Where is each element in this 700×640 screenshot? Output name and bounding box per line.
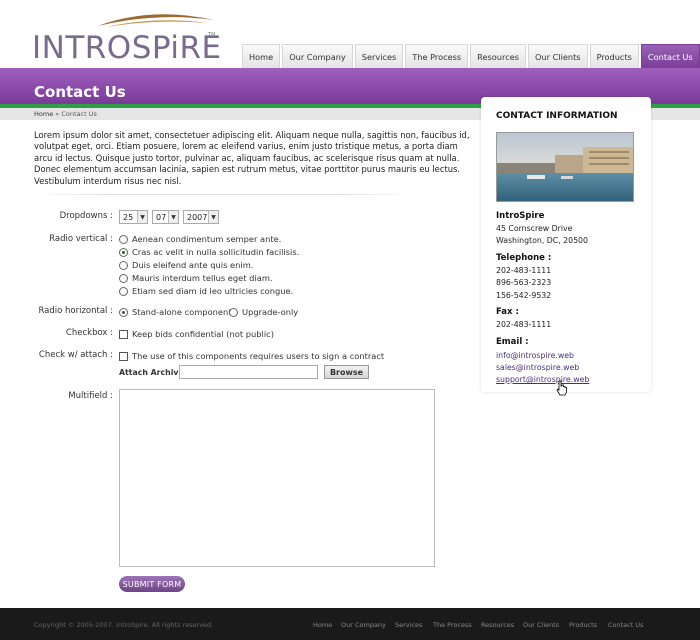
multifield-textarea[interactable] <box>119 389 435 567</box>
radio-option-label: Etiam sed diam id leo ultricies congue. <box>132 286 294 296</box>
radio-option[interactable]: Duis eleifend ante quis enim. <box>119 260 253 270</box>
radio-option-label: Duis eleifend ante quis enim. <box>132 260 254 270</box>
nav-services[interactable]: Services <box>354 44 404 68</box>
nav-our-company[interactable]: Our Company <box>282 44 353 68</box>
radio-button[interactable] <box>119 273 128 283</box>
email-link-sales[interactable]: sales@introspire.web <box>496 363 579 372</box>
address-line-2: Washington, DC, 20500 <box>496 236 588 245</box>
radio-option[interactable]: Upgrade-only <box>229 307 298 317</box>
confidential-checkbox[interactable] <box>119 329 128 339</box>
main-nav: Home Our Company Services The Process Re… <box>242 44 700 68</box>
radio-option[interactable]: Etiam sed diam id leo ultricies congue. <box>119 286 293 296</box>
radio-option[interactable]: Cras ac velit in nulla sollicitudin faci… <box>119 247 299 257</box>
radio-option[interactable]: Aenean condimentum semper ante. <box>119 234 281 244</box>
multifield-label: Multifield : <box>68 391 113 401</box>
radio-option-label: Stand-alone component <box>132 307 232 317</box>
radio-vertical-label: Radio vertical : <box>49 234 113 244</box>
browse-button[interactable]: Browse <box>324 365 369 379</box>
checkbox-label: Checkbox : <box>65 328 113 338</box>
submit-form-button[interactable]: SUBMIT FORM <box>119 576 185 592</box>
logo-trademark: TM <box>208 32 216 38</box>
email-link-support[interactable]: support@introspire.web <box>496 375 589 384</box>
month-select-value: 07 <box>156 212 167 222</box>
email-link-info[interactable]: info@introspire.web <box>496 351 574 360</box>
attach-archive-input[interactable] <box>179 365 318 379</box>
contract-checkbox-text: The use of this components requires user… <box>132 351 385 361</box>
day-select-value: 25 <box>123 212 134 222</box>
address-line-1: 45 Cornscrew Drive <box>496 224 573 233</box>
dropdowns-label: Dropdowns : <box>59 211 113 221</box>
hand-cursor-icon <box>556 380 567 396</box>
intro-paragraph: Lorem ipsum dolor sit amet, consectetuer… <box>34 130 470 186</box>
radio-button[interactable] <box>229 307 238 317</box>
footer-link-contact-us[interactable]: Contact Us <box>608 621 644 629</box>
logo-swoosh-icon <box>98 14 214 27</box>
day-select[interactable]: 25 ▼ <box>119 210 148 224</box>
divider <box>34 194 414 195</box>
radio-button-selected[interactable] <box>119 247 128 257</box>
nav-contact-us[interactable]: Contact Us <box>640 44 700 68</box>
check-attach-label: Check w/ attach : <box>38 350 113 360</box>
year-select-value: 2007 <box>187 212 208 222</box>
radio-button[interactable] <box>119 260 128 270</box>
telephone-heading: Telephone : <box>496 253 552 263</box>
page-title: Contact Us <box>34 83 126 101</box>
breadcrumb: Home » Contact Us <box>34 110 97 118</box>
contract-checkbox[interactable] <box>119 351 128 361</box>
contract-checkbox-row[interactable]: The use of this components requires user… <box>119 351 384 361</box>
logo-text: INTROSPiRE <box>32 30 222 66</box>
radio-option[interactable]: Mauris interdum tellus eget diam. <box>119 273 273 283</box>
nav-products[interactable]: Products <box>589 44 639 68</box>
year-select[interactable]: 2007 ▼ <box>183 210 219 224</box>
nav-resources[interactable]: Resources <box>470 44 526 68</box>
nav-home[interactable]: Home <box>242 44 281 68</box>
email-heading: Email : <box>496 337 529 347</box>
radio-button[interactable] <box>119 286 128 296</box>
footer-link-services[interactable]: Services <box>395 621 422 629</box>
harbor-image-icon <box>497 133 633 201</box>
footer-link-products[interactable]: Products <box>569 621 597 629</box>
radio-option-label: Aenean condimentum semper ante. <box>132 234 282 244</box>
month-select[interactable]: 07 ▼ <box>152 210 179 224</box>
contact-info-heading: CONTACT INFORMATION <box>496 111 618 121</box>
nav-the-process[interactable]: The Process <box>405 44 469 68</box>
harbor-photo <box>496 132 634 202</box>
footer-link-our-clients[interactable]: Our Clients <box>523 621 559 629</box>
radio-button-selected[interactable] <box>119 307 128 317</box>
chevron-down-icon: ▼ <box>208 211 218 223</box>
radio-option-label: Mauris interdum tellus eget diam. <box>132 273 273 283</box>
radio-option-label: Cras ac velit in nulla sollicitudin faci… <box>132 247 300 257</box>
chevron-down-icon: ▼ <box>168 211 178 223</box>
confidential-checkbox-row[interactable]: Keep bids confidential (not public) <box>119 329 274 339</box>
header: INTROSPiRE TM Home Our Company Services … <box>0 0 700 68</box>
phone-number: 896-563-2323 <box>496 278 552 287</box>
radio-option[interactable]: Stand-alone component <box>119 307 232 317</box>
phone-number: 156-542-9532 <box>496 291 552 300</box>
fax-number: 202-483-1111 <box>496 320 552 329</box>
attach-archive-label: Attach Archive <box>119 368 184 377</box>
site-logo[interactable]: INTROSPiRE TM <box>30 8 222 66</box>
radio-option-label: Upgrade-only <box>242 307 299 317</box>
nav-our-clients[interactable]: Our Clients <box>527 44 588 68</box>
breadcrumb-home-link[interactable]: Home <box>34 110 53 118</box>
footer-link-our-company[interactable]: Our Company <box>341 621 386 629</box>
fax-heading: Fax : <box>496 307 519 317</box>
breadcrumb-current: Contact Us <box>61 110 97 118</box>
radio-button[interactable] <box>119 234 128 244</box>
radio-horizontal-label: Radio horizontal : <box>38 306 113 316</box>
breadcrumb-separator: » <box>55 110 60 118</box>
phone-number: 202-483-1111 <box>496 266 552 275</box>
footer-link-the-process[interactable]: The Process <box>433 621 472 629</box>
chevron-down-icon: ▼ <box>137 211 147 223</box>
company-name: IntroSpire <box>496 211 545 221</box>
checkbox-text: Keep bids confidential (not public) <box>132 329 274 339</box>
footer-link-home[interactable]: Home <box>313 621 332 629</box>
footer-link-resources[interactable]: Resources <box>481 621 514 629</box>
copyright-text: Copyright © 2005-2007. IntroSpire. All r… <box>34 621 214 629</box>
